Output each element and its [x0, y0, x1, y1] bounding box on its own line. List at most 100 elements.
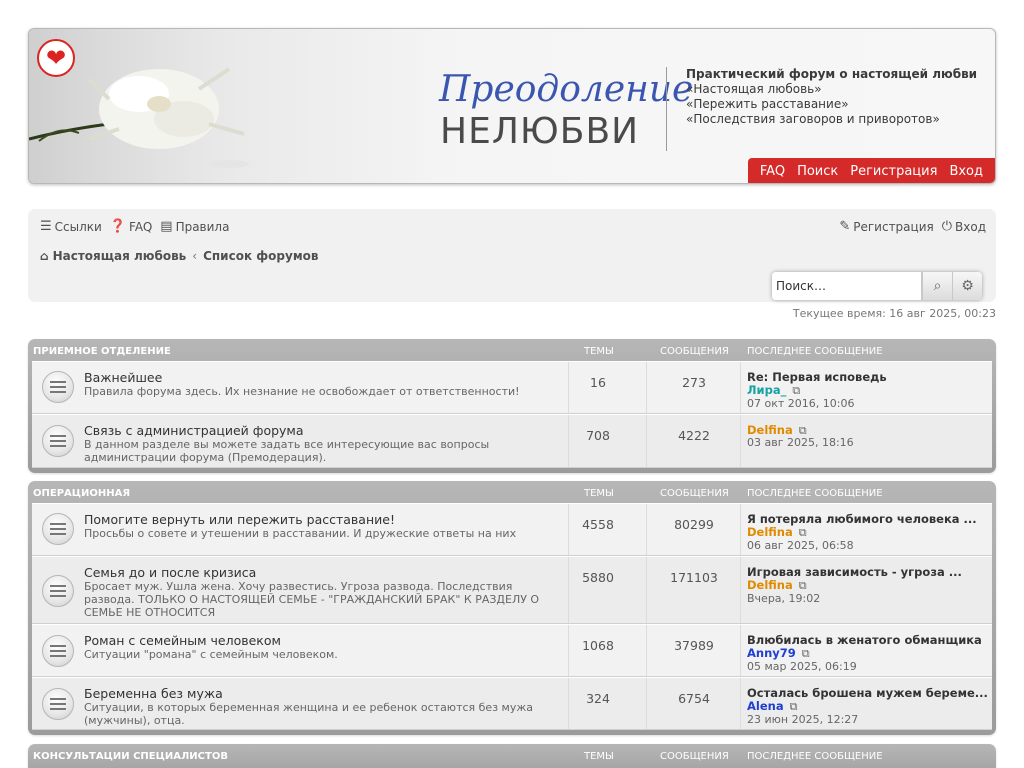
last-post-author[interactable]: Delfina ⧉ — [747, 525, 807, 540]
site-description-line: «Последствия заговоров и приворотов» — [686, 112, 940, 126]
forum-read-icon — [42, 371, 74, 403]
last-post-title[interactable]: Re: Первая исповедь — [747, 370, 887, 384]
brand-title-bottom: НЕЛЮБВИ — [440, 111, 640, 152]
forum-category: Приемное отделение Темы Сообщения Послед… — [28, 339, 996, 473]
nav-links-menu[interactable]: ☰ Ссылки — [40, 219, 102, 234]
brand-title-top: Преодоление — [439, 69, 694, 110]
category-title[interactable]: Операционная — [33, 488, 130, 499]
view-latest-post-icon[interactable]: ⧉ — [799, 579, 807, 593]
view-latest-post-icon[interactable]: ⧉ — [792, 384, 800, 398]
search-button[interactable]: ⌕ — [922, 272, 952, 300]
home-icon: ⌂ — [40, 249, 49, 263]
column-header-topics: Темы — [584, 488, 614, 499]
breadcrumb-forum-list[interactable]: Список форумов — [203, 249, 318, 263]
edit-icon: ✎ — [839, 219, 851, 234]
last-post-date: Вчера, 19:02 — [747, 592, 821, 605]
forum-posts-count: 4222 — [678, 428, 710, 443]
forum-topics-count: 708 — [586, 428, 610, 443]
forum-posts-count: 171103 — [670, 570, 718, 585]
category-header: Операционная Темы Сообщения Последнее со… — [32, 481, 992, 503]
forum-row: Беременна без мужа Ситуации, в которых б… — [32, 677, 992, 730]
last-post-title[interactable]: Осталась брошена мужем береме... — [747, 686, 988, 700]
last-post-title[interactable]: Я потеряла любимого человека ... — [747, 512, 977, 526]
current-time: Текущее время: 16 авг 2025, 00:23 — [792, 307, 996, 320]
forum-description: Ситуации, в которых беременная женщина и… — [84, 701, 533, 727]
forum-row: Важнейшее Правила форума здесь. Их незна… — [32, 361, 992, 414]
forum-posts-count: 6754 — [678, 691, 710, 706]
nav-rules[interactable]: ▤ Правила — [160, 219, 229, 234]
quick-links: ☰ Ссылки ❓ FAQ ▤ Правила — [40, 219, 237, 234]
forum-read-icon — [42, 635, 74, 667]
column-header-posts: Сообщения — [660, 346, 729, 357]
breadcrumb-home[interactable]: Настоящая любовь — [53, 249, 187, 263]
site-description-line: «Настоящая любовь» — [686, 82, 822, 96]
user-links: ✎ Регистрация ⏻ Вход — [839, 219, 986, 234]
last-post-author[interactable]: Лира_ ⧉ — [747, 383, 800, 398]
column-header-last-post: Последнее сообщение — [747, 346, 883, 357]
forum-title[interactable]: Роман с семейным человеком — [84, 633, 281, 648]
column-header-posts: Сообщения — [660, 751, 729, 762]
forum-description: Правила форума здесь. Их незнание не осв… — [84, 385, 520, 398]
forum-row: Семья до и после кризиса Бросает муж. Уш… — [32, 556, 992, 624]
forum-title[interactable]: Связь с администрацией форума — [84, 423, 304, 438]
search-box: ⌕ ⚙ — [772, 272, 982, 300]
column-header-last-post: Последнее сообщение — [747, 488, 883, 499]
search-input[interactable] — [772, 272, 922, 300]
view-latest-post-icon[interactable]: ⧉ — [799, 526, 807, 540]
search-icon: ⌕ — [933, 278, 942, 294]
last-post-date: 03 авг 2025, 18:16 — [747, 436, 854, 449]
header-menu-login[interactable]: Вход — [949, 164, 983, 179]
advanced-search-button[interactable]: ⚙ — [952, 272, 982, 300]
column-header-posts: Сообщения — [660, 488, 729, 499]
nav-login[interactable]: ⏻ Вход — [942, 219, 986, 234]
forum-read-icon — [42, 513, 74, 545]
nav-links-label: Ссылки — [54, 219, 102, 234]
header-menu-register[interactable]: Регистрация — [850, 164, 937, 179]
forum-description: Ситуации "романа" с семейным человеком. — [84, 648, 338, 661]
brand-divider — [666, 67, 667, 151]
column-header-last-post: Последнее сообщение — [747, 751, 883, 762]
header-menu-search[interactable]: Поиск — [797, 164, 838, 179]
forum-description: В данном разделе вы можете задать все ин… — [84, 438, 490, 464]
header-menu-faq[interactable]: FAQ — [760, 164, 785, 179]
nav-register[interactable]: ✎ Регистрация — [839, 219, 933, 234]
forum-row: Связь с администрацией форума В данном р… — [32, 414, 992, 468]
logo-heart-icon[interactable]: ❤ — [37, 39, 75, 77]
last-post-author[interactable]: Alena ⧉ — [747, 699, 797, 714]
hamburger-icon: ☰ — [40, 219, 52, 234]
forum-description: Просьбы о совете и утешении в расставани… — [84, 527, 517, 540]
forum-posts-count: 37989 — [674, 638, 714, 653]
last-post-author[interactable]: Anny79 ⧉ — [747, 646, 810, 661]
forum-title[interactable]: Помогите вернуть или пережить расставани… — [84, 512, 395, 527]
forum-row: Роман с семейным человеком Ситуации "ром… — [32, 624, 992, 677]
nav-faq[interactable]: ❓ FAQ — [110, 219, 152, 234]
last-post-title[interactable]: Влюбилась в женатого обманщика — [747, 633, 982, 647]
navbar: ☰ Ссылки ❓ FAQ ▤ Правила ✎ Регистрация ⏻… — [28, 209, 996, 302]
category-title[interactable]: Консультации специалистов — [33, 751, 228, 762]
view-latest-post-icon[interactable]: ⧉ — [790, 700, 798, 714]
site-description-line: «Пережить расставание» — [686, 97, 849, 111]
breadcrumb-separator-icon: ‹ — [192, 249, 198, 263]
gear-icon: ⚙ — [961, 278, 974, 294]
nav-login-label: Вход — [955, 219, 986, 234]
forum-read-icon — [42, 688, 74, 720]
site-description: Практический форум о настоящей любви «На… — [686, 67, 977, 127]
power-icon: ⏻ — [941, 219, 953, 234]
forum-topics-count: 5880 — [582, 570, 614, 585]
forum-title[interactable]: Важнейшее — [84, 370, 162, 385]
question-circle-icon: ❓ — [109, 219, 127, 234]
view-latest-post-icon[interactable]: ⧉ — [802, 647, 810, 661]
forum-topics-count: 4558 — [582, 517, 614, 532]
forum-category: Операционная Темы Сообщения Последнее со… — [28, 481, 996, 735]
forum-title[interactable]: Семья до и после кризиса — [84, 565, 256, 580]
last-post-title[interactable]: Игровая зависимость - угроза ... — [747, 565, 962, 579]
forum-title[interactable]: Беременна без мужа — [84, 686, 223, 701]
forum-posts-count: 80299 — [674, 517, 714, 532]
category-title[interactable]: Приемное отделение — [33, 346, 171, 357]
forum-posts-count: 273 — [682, 375, 706, 390]
category-header: Приемное отделение Темы Сообщения Послед… — [32, 339, 992, 361]
forum-read-icon — [42, 575, 74, 607]
forum-topics-count: 1068 — [582, 638, 614, 653]
last-post-author[interactable]: Delfina ⧉ — [747, 578, 807, 593]
column-header-topics: Темы — [584, 346, 614, 357]
